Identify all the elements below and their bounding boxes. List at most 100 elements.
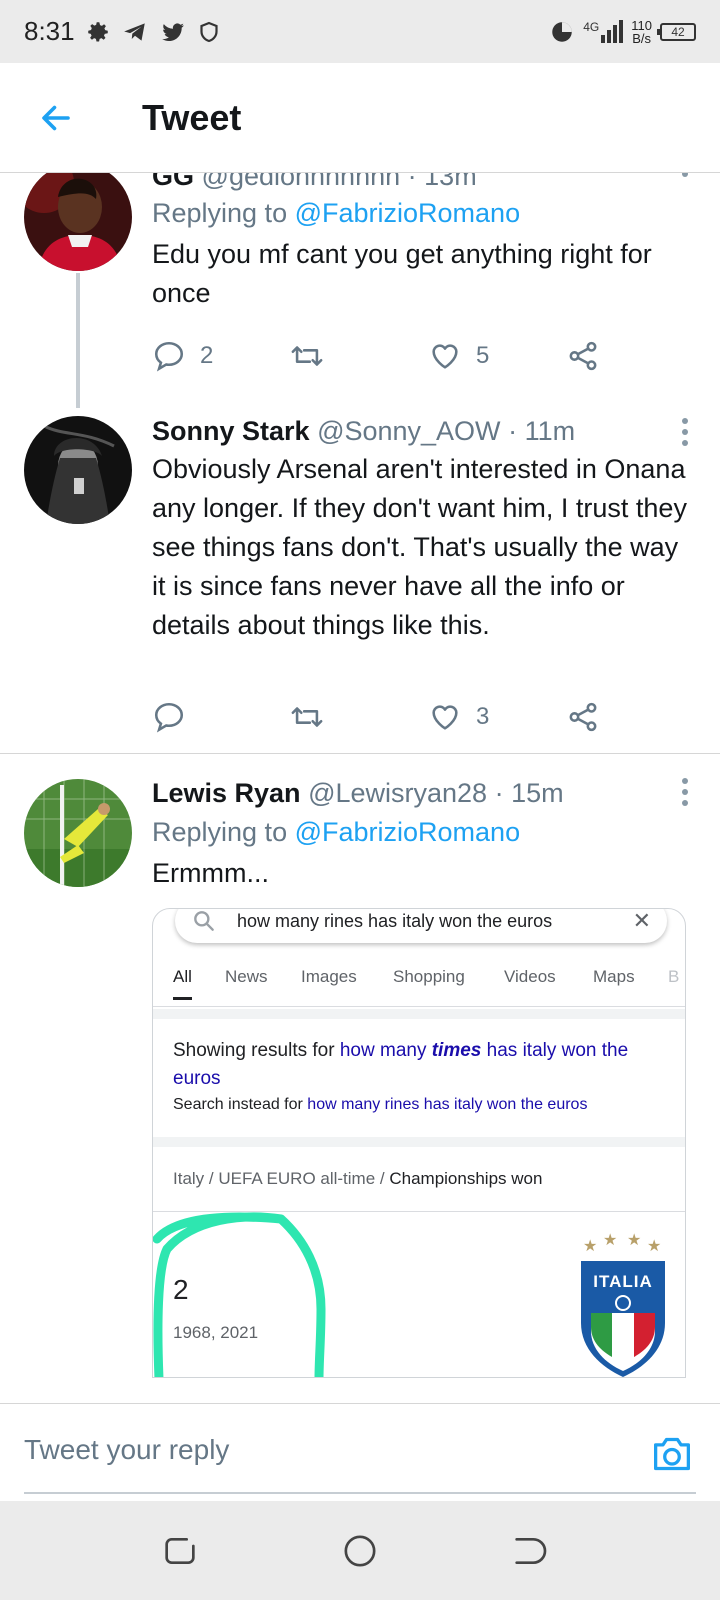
- author-name[interactable]: Sonny Stark: [152, 416, 310, 446]
- original-query-link: how many rines has italy won the euros: [307, 1096, 588, 1113]
- author-name[interactable]: GG: [152, 173, 194, 191]
- tab-videos: Videos: [504, 967, 556, 986]
- comment-icon: [154, 702, 184, 733]
- tweet-time: 13m: [424, 173, 477, 191]
- like-button[interactable]: 5: [428, 339, 489, 373]
- tweet-text: Obviously Arsenal aren't interested in O…: [152, 454, 687, 640]
- camera-icon[interactable]: [650, 1434, 694, 1474]
- tweet-time: 11m: [524, 416, 576, 446]
- breadcrumb-item: Italy: [173, 1169, 205, 1188]
- breadcrumb-item: UEFA EURO all-time: [218, 1169, 376, 1188]
- section-divider: [153, 1137, 685, 1147]
- speed-value: 110: [631, 17, 652, 33]
- like-count: 3: [476, 703, 490, 730]
- more-options-button[interactable]: [682, 418, 690, 451]
- corrected-query-part-1: how many: [339, 1040, 432, 1061]
- retweet-icon: [291, 346, 323, 366]
- svg-text:★: ★: [627, 1231, 641, 1249]
- tweet-actions: 2 5: [152, 339, 622, 379]
- home-icon[interactable]: [340, 1531, 380, 1571]
- tweet-header: Lewis Ryan @Lewisryan28 · 15m: [152, 776, 692, 810]
- svg-text:★: ★: [583, 1236, 597, 1255]
- retweet-button[interactable]: [288, 700, 326, 734]
- avatar[interactable]: [24, 779, 132, 887]
- signal-icon: 4G: [583, 20, 624, 43]
- google-tabs: All News Images Shopping Videos Maps B: [153, 967, 685, 1007]
- tweet-content: Sonny Stark @Sonny_AOW · 11m Obviously A…: [152, 414, 692, 645]
- comment-icon: [154, 341, 184, 372]
- tweet-actions: 3: [152, 700, 622, 740]
- tab-shopping: Shopping: [393, 967, 465, 986]
- tweet-text: Ermmm...: [152, 858, 269, 888]
- like-button[interactable]: 3: [428, 700, 489, 734]
- twitter-icon: [161, 22, 184, 41]
- tweet-content: Lewis Ryan @Lewisryan28 · 15m Replying t…: [152, 776, 692, 893]
- more-options-button[interactable]: [682, 173, 690, 182]
- tweet-content: GG @gedionnnnnnn · 13m Replying to @Fabr…: [152, 173, 692, 313]
- section-divider: [153, 1009, 685, 1019]
- close-icon: ✕: [632, 908, 651, 933]
- tweet-time: 15m: [511, 778, 564, 808]
- recent-apps-icon[interactable]: [160, 1531, 200, 1571]
- status-time: 8:31: [24, 16, 75, 46]
- reply-button[interactable]: [152, 700, 186, 734]
- more-options-button[interactable]: [682, 778, 690, 811]
- tweet-header: GG @gedionnnnnnn · 13m: [152, 173, 692, 193]
- share-button[interactable]: [566, 339, 600, 373]
- tweet-text: Edu you mf cant you get anything right f…: [152, 239, 652, 308]
- heart-icon: [432, 344, 458, 369]
- retweet-icon: [291, 707, 323, 727]
- separator-dot: ·: [508, 416, 518, 446]
- tweet-media-image[interactable]: how many rines has italy won the euros ✕…: [152, 908, 686, 1378]
- search-instead: Search instead for how many rines has it…: [173, 1096, 587, 1114]
- reply-button[interactable]: 2: [152, 339, 213, 373]
- instead-prefix: Search instead for: [173, 1096, 308, 1113]
- data-saver-icon: [552, 21, 572, 42]
- heart-icon: [432, 705, 458, 730]
- reply-count: 2: [200, 342, 214, 369]
- thread-line: [76, 273, 80, 408]
- separator-dot: ·: [494, 778, 504, 808]
- tweet-feed[interactable]: GG @gedionnnnnnn · 13m Replying to @Fabr…: [0, 173, 720, 1403]
- crest-text: ITALIA: [593, 1272, 653, 1291]
- tweet[interactable]: Sonny Stark @Sonny_AOW · 11m Obviously A…: [0, 408, 720, 753]
- tweet-header: Sonny Stark @Sonny_AOW · 11m: [152, 414, 692, 448]
- corrected-query-bold: times: [431, 1040, 482, 1061]
- breadcrumb-separator: /: [375, 1169, 390, 1188]
- replying-to: Replying to @FabrizioRomano: [152, 814, 692, 850]
- reply-bar: Tweet your reply: [0, 1403, 720, 1501]
- share-icon: [569, 702, 597, 732]
- back-button[interactable]: [26, 88, 86, 148]
- italia-crest-logo: ★ ★ ★ ★ ITALIA: [581, 1231, 665, 1377]
- highlight-scribble: [153, 1212, 326, 1377]
- author-handle: @Lewisryan28: [308, 778, 488, 808]
- mention-link[interactable]: @FabrizioRomano: [295, 198, 521, 228]
- battery-icon: 42: [657, 22, 696, 41]
- avatar[interactable]: [24, 173, 132, 271]
- breadcrumb: Italy / UEFA EURO all-time / Championshi…: [173, 1169, 542, 1189]
- mention-link[interactable]: @FabrizioRomano: [295, 817, 521, 847]
- tweet[interactable]: GG @gedionnnnnnn · 13m Replying to @Fabr…: [0, 173, 720, 408]
- network-type: 4G: [583, 20, 600, 34]
- telegram-icon: [123, 22, 145, 41]
- showing-prefix: Showing results for: [173, 1040, 340, 1061]
- speed-unit: B/s: [632, 30, 652, 46]
- replying-prefix: Replying to: [152, 817, 295, 847]
- like-count: 5: [476, 342, 490, 369]
- breadcrumb-separator: /: [204, 1169, 219, 1188]
- reply-input[interactable]: Tweet your reply: [24, 1434, 229, 1466]
- reply-underline: [24, 1492, 696, 1494]
- retweet-button[interactable]: [288, 339, 326, 373]
- back-nav-icon[interactable]: [510, 1531, 550, 1571]
- separator-dot: ·: [407, 173, 417, 191]
- author-handle: @gedionnnnnnn: [201, 173, 401, 191]
- share-button[interactable]: [566, 700, 600, 734]
- replying-to: Replying to @FabrizioRomano: [152, 195, 692, 231]
- author-handle: @Sonny_AOW: [317, 416, 501, 446]
- avatar[interactable]: [24, 416, 132, 524]
- search-query: how many rines has italy won the euros: [237, 910, 553, 931]
- author-name[interactable]: Lewis Ryan: [152, 778, 301, 808]
- tab-news: News: [225, 967, 268, 986]
- breadcrumb-item: Championships won: [389, 1169, 543, 1188]
- battery-level: 42: [671, 24, 685, 39]
